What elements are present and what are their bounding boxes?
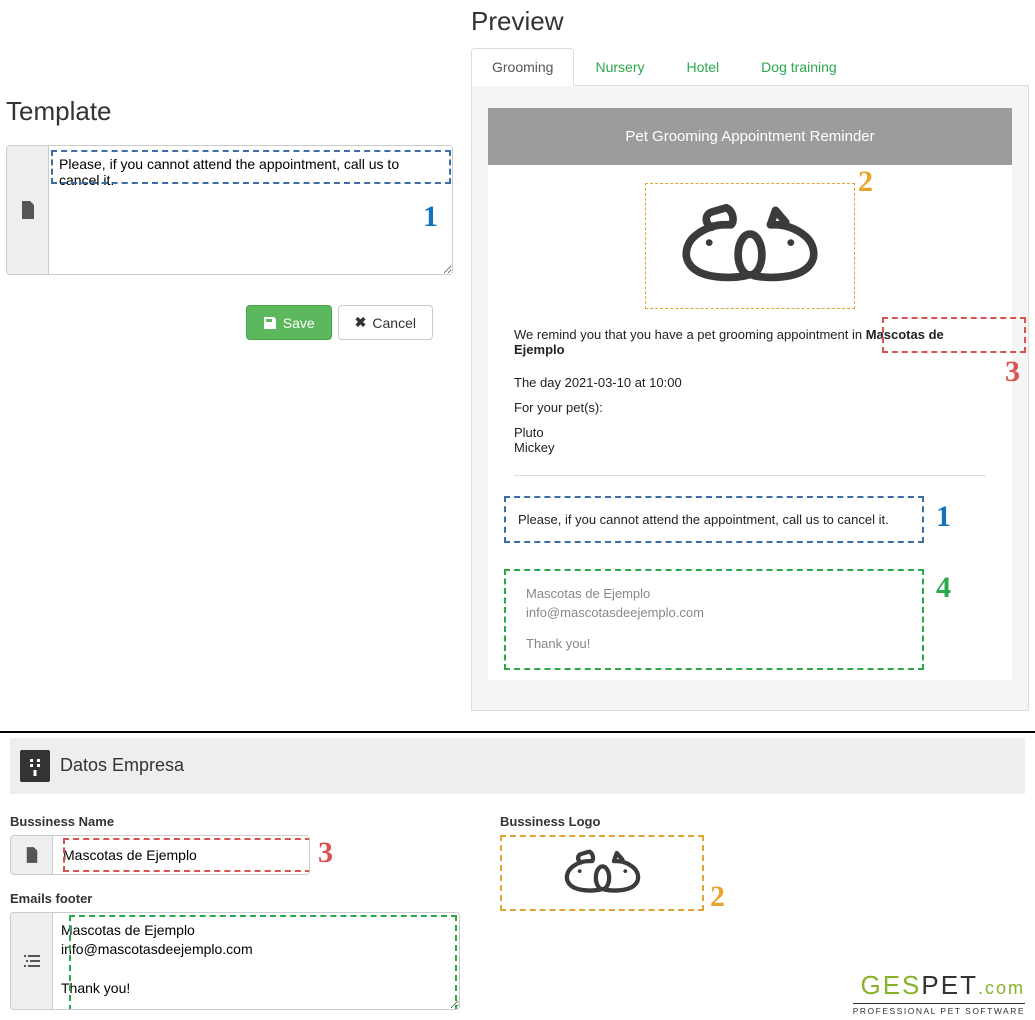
building-icon <box>20 750 50 782</box>
cancel-button-label: Cancel <box>372 315 416 331</box>
preview-pet-1: Pluto <box>514 425 986 440</box>
brand-sub: PROFESSIONAL PET SOFTWARE <box>853 1003 1025 1016</box>
callout-4: 4 <box>936 571 951 605</box>
brand-part1: GES <box>860 970 921 1000</box>
preview-footer-email: info@mascotasdeejemplo.com <box>526 604 902 623</box>
preview-footer-name: Mascotas de Ejemplo <box>526 585 902 604</box>
business-name-label: Bussiness Name <box>10 814 470 829</box>
pet-logo-icon <box>555 843 650 903</box>
emails-footer-label: Emails footer <box>10 891 470 906</box>
template-textarea[interactable] <box>49 146 452 274</box>
business-name-input[interactable] <box>53 836 309 874</box>
preview-footer-thanks: Thank you! <box>526 635 902 654</box>
company-section-header: Datos Empresa <box>10 738 1025 794</box>
callout-1: 1 <box>423 200 438 234</box>
callout-2b: 2 <box>710 880 725 914</box>
save-icon <box>263 316 277 330</box>
callout-3b: 3 <box>318 836 333 870</box>
document-icon <box>11 836 53 874</box>
cancel-button[interactable]: ✖ Cancel <box>338 305 433 340</box>
preview-card-header: Pet Grooming Appointment Reminder <box>488 108 1012 165</box>
tab-dog-training[interactable]: Dog training <box>740 48 858 86</box>
callout-1b: 1 <box>936 500 951 534</box>
brand-badge: GESPET.com PROFESSIONAL PET SOFTWARE <box>853 970 1025 1016</box>
save-button[interactable]: Save <box>246 305 332 340</box>
preview-footer-box: Mascotas de Ejemplo info@mascotasdeejemp… <box>504 569 924 670</box>
preview-pets-label: For your pet(s): <box>514 400 986 415</box>
tab-nursery[interactable]: Nursery <box>574 48 665 86</box>
company-section-title: Datos Empresa <box>60 755 184 776</box>
list-icon <box>11 913 53 1009</box>
preview-heading: Preview <box>471 6 1029 37</box>
pet-logo-icon <box>665 191 835 301</box>
business-logo-box <box>500 835 704 911</box>
close-icon: ✖ <box>355 314 367 331</box>
tab-grooming[interactable]: Grooming <box>471 48 574 86</box>
preview-date: The day 2021-03-10 at 10:00 <box>514 375 986 390</box>
business-logo-label: Bussiness Logo <box>500 814 1025 829</box>
preview-logo-box <box>645 183 855 309</box>
template-heading: Template <box>6 96 453 127</box>
document-icon <box>7 146 49 274</box>
preview-card: Pet Grooming Appointment Reminder 2 We r… <box>488 108 1012 680</box>
emails-footer-textarea[interactable] <box>53 913 459 1009</box>
preview-pet-2: Mickey <box>514 440 986 455</box>
callout-3: 3 <box>1005 355 1020 389</box>
preview-custom-text: Please, if you cannot attend the appoint… <box>504 496 924 543</box>
brand-part2: PET <box>921 970 978 1000</box>
template-textarea-wrap: 1 <box>6 145 453 275</box>
preview-tabs: Grooming Nursery Hotel Dog training <box>471 47 1029 86</box>
save-button-label: Save <box>283 315 315 331</box>
preview-line1-prefix: We remind you that you have a pet groomi… <box>514 327 866 342</box>
tab-hotel[interactable]: Hotel <box>665 48 740 86</box>
callout-2: 2 <box>858 165 873 199</box>
